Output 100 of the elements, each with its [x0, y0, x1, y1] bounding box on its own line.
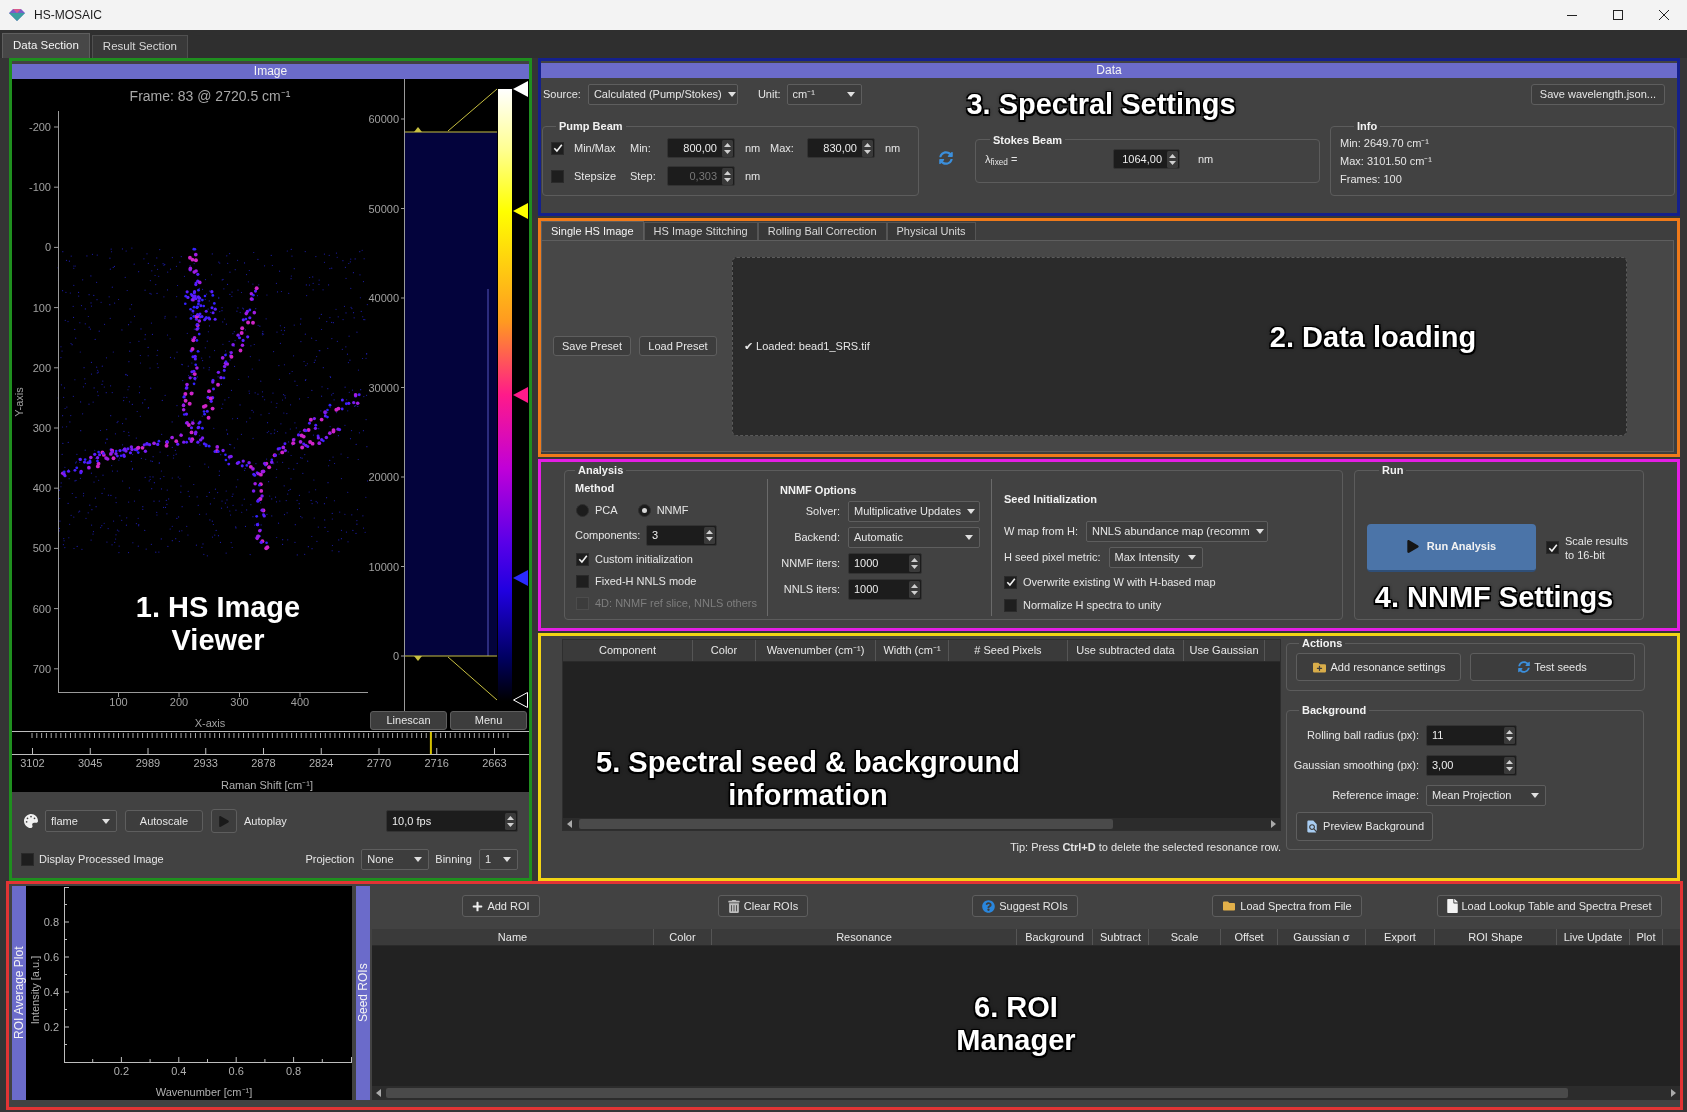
spin-arrows-icon[interactable] [1167, 150, 1178, 168]
dropdown[interactable]: NNLS abundance map (recomm [1085, 520, 1268, 542]
spin-box[interactable]: 1000 [848, 578, 922, 600]
column-header[interactable]: Offset [1221, 929, 1278, 945]
spin-box[interactable]: 11 [1426, 724, 1517, 746]
checkbox[interactable] [576, 552, 589, 566]
section-tab[interactable]: Result Section [91, 35, 188, 58]
roi-button[interactable]: Suggest ROIs [972, 895, 1078, 917]
group-title: Run [1381, 463, 1405, 477]
spin-arrows-icon[interactable] [1504, 756, 1515, 774]
checkbox[interactable] [1004, 598, 1017, 612]
scroll-left-icon[interactable] [567, 820, 572, 828]
dropdown[interactable]: None [361, 848, 430, 870]
scroll-left-icon[interactable] [376, 1089, 381, 1097]
dropdown[interactable]: Automatic [848, 526, 980, 548]
dropdown[interactable]: 1 [479, 848, 518, 870]
roi-button[interactable]: Load Spectra from File [1212, 895, 1362, 917]
preset-button[interactable]: Load Preset [639, 336, 717, 356]
checkbox[interactable] [551, 169, 564, 183]
action-button[interactable]: Add resonance settings [1296, 653, 1461, 681]
dropdown[interactable]: Max Intensity [1108, 546, 1203, 568]
axis-tick-label: 200 [169, 696, 189, 708]
horizontal-scrollbar[interactable] [372, 1086, 1680, 1100]
plot-button[interactable]: Menu [450, 711, 527, 730]
plot-button[interactable]: Linescan [370, 711, 447, 730]
roi-button[interactable]: Add ROI [462, 895, 540, 917]
run-analysis-button[interactable]: Run Analysis [1367, 523, 1536, 572]
radio-button[interactable] [576, 503, 589, 517]
scroll-right-icon[interactable] [1671, 1089, 1676, 1097]
checkbox[interactable] [576, 574, 589, 588]
panel-title-bar: Image [12, 64, 529, 79]
section-tab[interactable]: Data Section [2, 33, 90, 58]
info-text: Max: 3101.50 cm⁻¹ [1340, 154, 1434, 169]
column-header[interactable]: Gaussian σ [1278, 929, 1366, 945]
tab[interactable]: Physical Units [886, 222, 976, 240]
play-button[interactable] [211, 809, 237, 833]
column-header[interactable]: Component [563, 640, 693, 661]
frame-slider-track[interactable] [31, 732, 509, 754]
spin-arrows-icon[interactable] [505, 812, 516, 830]
gradient-handle-icon[interactable] [513, 692, 528, 708]
horizontal-scrollbar[interactable] [563, 818, 1280, 830]
column-header[interactable]: Width (cm⁻¹ [876, 640, 949, 661]
spin-box[interactable]: 3 [646, 524, 717, 546]
action-button[interactable]: Test seeds [1470, 653, 1635, 681]
tab[interactable]: Rolling Ball Correction [757, 222, 887, 240]
dropdown[interactable]: Multiplicative Updates [848, 500, 980, 522]
column-header[interactable]: Name [372, 929, 654, 945]
column-header[interactable]: Plot [1630, 929, 1663, 945]
column-header[interactable]: Live Update [1557, 929, 1630, 945]
spin-arrows-icon[interactable] [704, 526, 715, 544]
dropdown[interactable]: cm⁻¹ [786, 83, 862, 105]
preset-button[interactable]: Save Preset [553, 336, 631, 356]
roi-button[interactable]: Load Lookup Table and Spectra Preset [1436, 895, 1662, 917]
spin-box[interactable]: 1064,00 [1113, 149, 1180, 169]
checkbox[interactable] [1546, 541, 1559, 554]
tab[interactable]: HS Image Stitching [643, 222, 758, 240]
spin-arrows-icon[interactable] [1504, 726, 1515, 744]
scrollbar-thumb[interactable] [579, 819, 1113, 829]
axis-tick-label: 100 [109, 696, 128, 708]
spin-box[interactable]: 10,0 fps [386, 810, 518, 832]
spin-box[interactable]: 800,00 [667, 138, 735, 158]
spin-box[interactable]: 3,00 [1426, 754, 1517, 776]
column-header[interactable]: Subtract [1093, 929, 1149, 945]
field-label: NNMF iters: [780, 555, 840, 571]
spin-arrows-icon[interactable] [909, 554, 920, 572]
autoscale-button[interactable]: Autoscale [125, 810, 203, 832]
checkbox[interactable] [1004, 575, 1017, 589]
spin-arrows-icon[interactable] [722, 139, 733, 157]
axis-tick-label: 3045 [78, 757, 103, 769]
document-icon [1446, 899, 1458, 913]
refresh-icon[interactable] [939, 150, 953, 165]
spin-box[interactable]: 830,00 [807, 138, 875, 158]
tab[interactable]: Single HS Image [541, 221, 644, 240]
frame-marker[interactable] [429, 732, 432, 754]
roi-button[interactable]: Clear ROIs [717, 895, 809, 917]
save-wavelength-button[interactable]: Save wavelength.json... [1530, 83, 1665, 105]
dropdown[interactable]: Mean Projection [1426, 784, 1546, 806]
column-header[interactable]: Use Gaussian [1184, 640, 1265, 661]
column-header[interactable]: ROI Shape [1435, 929, 1557, 945]
column-header[interactable]: Use subtracted data [1068, 640, 1184, 661]
column-header[interactable]: Background [1017, 929, 1093, 945]
column-header[interactable]: Color [693, 640, 756, 661]
column-header[interactable]: # Seed Pixels [949, 640, 1068, 661]
preview-background-button[interactable]: Preview Background [1296, 812, 1433, 841]
spin-arrows-icon[interactable] [909, 580, 920, 598]
checkbox[interactable] [21, 852, 34, 866]
column-header[interactable]: Resonance [712, 929, 1017, 945]
column-header[interactable]: Export [1366, 929, 1435, 945]
scrollbar-thumb[interactable] [386, 1088, 1568, 1098]
radio-button[interactable] [637, 503, 651, 517]
column-header[interactable]: Wavenumber (cm⁻¹) [756, 640, 876, 661]
scroll-right-icon[interactable] [1271, 820, 1276, 828]
spin-box[interactable]: 1000 [848, 552, 922, 574]
gradient-handle-icon[interactable] [513, 81, 528, 97]
checkbox[interactable] [551, 141, 564, 155]
dropdown[interactable]: Calculated (Pump/Stokes) [587, 83, 738, 105]
column-header[interactable]: Scale [1149, 929, 1221, 945]
column-header[interactable]: Color [654, 929, 712, 945]
dropdown[interactable]: flame [45, 810, 117, 832]
spin-arrows-icon[interactable] [862, 139, 873, 157]
